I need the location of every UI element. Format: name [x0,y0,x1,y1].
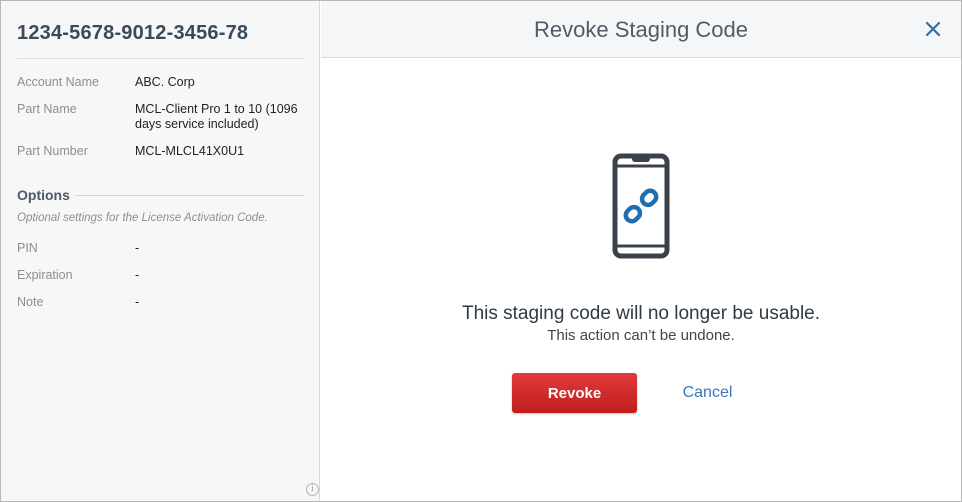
close-icon [925,21,941,37]
pin-value: - [135,241,140,255]
dialog-header: Revoke Staging Code [321,1,961,58]
revoke-button[interactable]: Revoke [512,373,637,413]
expiration-label: Expiration [17,268,73,282]
part-name-value: MCL-Client Pro 1 to 10 (1096 days servic… [135,102,298,131]
part-name-label: Part Name [17,102,77,116]
part-number-label: Part Number [17,144,88,158]
account-name-value: ABC. Corp [135,75,195,89]
pin-label: PIN [17,241,38,255]
note-label: Note [17,295,44,309]
undo-warning-message: This action can’t be undone. [547,327,735,344]
dialog-title: Revoke Staging Code [533,17,749,42]
info-icon[interactable]: i [306,483,319,496]
options-heading: Options [17,187,70,203]
account-name-label: Account Name [17,75,99,89]
options-description: Optional settings for the License Activa… [17,212,268,224]
revoke-warning-message: This staging code will no longer be usab… [461,303,821,324]
options-divider [75,195,304,196]
code-details-panel: 1234-5678-9012-3456-78 Account Name ABC.… [1,1,320,501]
code-title: 1234-5678-9012-3456-78 [17,22,249,44]
expiration-value: - [135,268,140,282]
close-button[interactable] [921,17,945,41]
note-value: - [135,295,140,309]
phone-broken-link-icon [612,153,670,259]
divider [17,58,304,59]
revoke-dialog: Revoke Staging Code This staging code wi… [321,1,961,501]
cancel-button[interactable]: Cancel [665,373,750,413]
part-number-value: MCL-MLCL41X0U1 [135,144,245,158]
